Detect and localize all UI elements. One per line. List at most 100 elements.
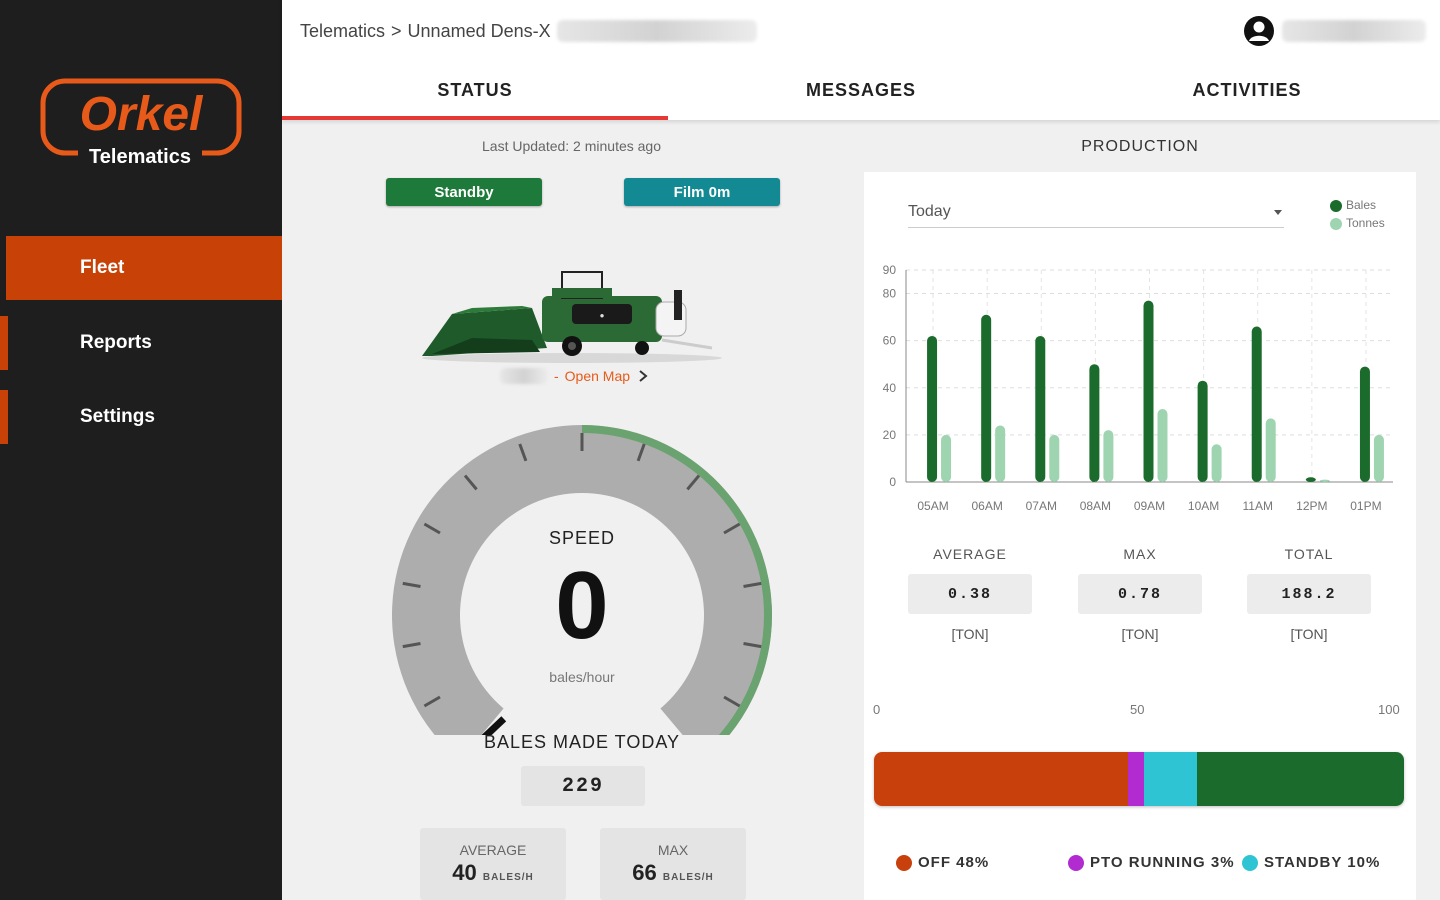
chart-bar-tonnes[interactable] — [1049, 434, 1060, 482]
chart-bar-tonnes[interactable] — [941, 434, 952, 482]
chart-x-tick-label: 07AM — [1026, 499, 1057, 513]
average-bales-card: AVERAGE 40 BALES/H — [420, 828, 566, 900]
legend-swatch — [1330, 199, 1342, 212]
max-value: 66 — [632, 860, 657, 885]
summary-total-value: 188.2 — [1247, 574, 1371, 614]
chart-bar-bales[interactable] — [1035, 335, 1046, 482]
chart-bar-tonnes[interactable] — [995, 425, 1006, 482]
header: Telematics > Unnamed Dens-X STATUS MESSA… — [282, 0, 1440, 120]
summary-max-unit: [TON] — [1121, 626, 1159, 642]
speed-value: 0 — [555, 552, 609, 659]
legend-off: OFF 48% — [896, 854, 989, 871]
chart-bar-tonnes[interactable] — [1265, 418, 1276, 482]
user-menu[interactable] — [1242, 14, 1426, 48]
chart-x-tick-label: 08AM — [1080, 499, 1111, 513]
logo-text: Orkel — [80, 88, 204, 141]
chart-bar-bales[interactable] — [1089, 364, 1100, 482]
summary-max-label: MAX — [1123, 546, 1157, 562]
chart-bar-tonnes[interactable] — [1157, 408, 1168, 482]
chart-bar-bales[interactable] — [1143, 300, 1154, 482]
tab-status[interactable]: STATUS — [282, 60, 668, 120]
breadcrumb: Telematics > Unnamed Dens-X — [300, 20, 757, 42]
sidebar-item-label: Settings — [80, 406, 155, 427]
chart-y-tick-label: 20 — [883, 428, 897, 442]
production-title: PRODUCTION — [1081, 138, 1199, 155]
status-segment-working — [1197, 752, 1404, 806]
chart-bar-tonnes[interactable] — [1103, 430, 1114, 482]
sidebar-item-reports[interactable]: Reports — [0, 311, 282, 375]
status-dot-pto — [1068, 854, 1084, 871]
chart-bar-bales[interactable] — [1359, 366, 1370, 482]
chart-bar-tonnes[interactable] — [1211, 444, 1222, 482]
status-segment-pto-running — [1128, 752, 1145, 806]
redacted-username — [1282, 20, 1426, 42]
sidebar-item-fleet[interactable]: Fleet — [6, 236, 282, 300]
legend-item-tonnes: Tonnes — [1330, 214, 1385, 232]
summary-max-value: 0.78 — [1078, 574, 1202, 614]
chart-bar-bales[interactable] — [1305, 477, 1316, 482]
sidebar-item-settings[interactable]: Settings — [0, 385, 282, 449]
status-segment-standby — [1144, 752, 1198, 806]
summary-total-label: TOTAL — [1284, 546, 1334, 562]
tab-activities[interactable]: ACTIVITIES — [1054, 60, 1440, 120]
summary-average-value: 0.38 — [908, 574, 1032, 614]
scale-label-min: 0 — [873, 702, 881, 717]
orkel-logo: Orkel Telematics — [40, 78, 242, 166]
bales-made-today-label: BALES MADE TODAY — [483, 732, 681, 752]
standby-status-button[interactable]: Standby — [386, 178, 542, 206]
account-icon[interactable] — [1242, 14, 1276, 48]
legend-pto-label: PTO RUNNING 3% — [1090, 854, 1235, 871]
chart-x-tick-label: 09AM — [1134, 499, 1165, 513]
chart-y-tick-label: 80 — [883, 287, 897, 301]
chart-bar-bales[interactable] — [981, 314, 992, 482]
period-select-value: Today — [908, 202, 951, 220]
average-value: 40 — [452, 860, 477, 885]
scale-label-max: 100 — [1378, 702, 1400, 717]
chart-x-tick-label: 01PM — [1350, 499, 1381, 513]
bales-made-today-value: 229 — [521, 766, 645, 806]
chart-bar-bales[interactable] — [1251, 326, 1262, 482]
production-bar-chart: 0 20 40 60 80 90 05AM 06AM 07AM 08AM 09AM 10AM 11AM 1… — [883, 263, 1393, 513]
chart-bar-bales[interactable] — [1197, 380, 1208, 482]
map-link-row: - Open Map — [500, 368, 650, 384]
legend-label: Tonnes — [1346, 216, 1385, 230]
chart-legend: Bales Tonnes — [1330, 196, 1385, 232]
summary-total-unit: [TON] — [1290, 626, 1328, 642]
legend-standby-label: STANDBY 10% — [1264, 854, 1381, 871]
chart-bar-bales[interactable] — [927, 335, 938, 482]
speed-label: SPEED — [548, 528, 616, 548]
redacted-serial — [556, 20, 757, 42]
max-bales-card: MAX 66 BALES/H — [600, 828, 746, 900]
open-map-link[interactable]: Open Map — [565, 368, 630, 384]
breadcrumb-separator: > — [391, 20, 402, 41]
chart-y-tick-label: 60 — [883, 334, 897, 348]
status-dot-standby — [1242, 854, 1258, 871]
svg-text:●: ● — [600, 311, 605, 320]
legend-label: Bales — [1346, 198, 1377, 212]
legend-off-label: OFF 48% — [918, 854, 990, 871]
summary-average-label: AVERAGE — [933, 546, 1007, 562]
tab-messages[interactable]: MESSAGES — [668, 60, 1054, 120]
legend-pto-running: PTO RUNNING 3% — [1068, 854, 1235, 871]
legend-item-bales: Bales — [1330, 196, 1385, 214]
baler-machine-image: ● — [422, 271, 722, 363]
chevron-right-icon[interactable] — [636, 369, 650, 383]
caret-down-icon — [1274, 209, 1282, 215]
average-unit: BALES/H — [482, 872, 534, 883]
last-updated: Last Updated: 2 minutes ago — [482, 138, 662, 154]
summary-average-unit: [TON] — [951, 626, 989, 642]
activity-status-bar — [874, 752, 1404, 806]
redacted-location — [500, 368, 548, 384]
chart-x-tick-label: 05AM — [917, 499, 948, 513]
chart-y-tick-label: 90 — [883, 263, 897, 277]
chart-bar-tonnes[interactable] — [1373, 434, 1384, 482]
chart-bar-tonnes[interactable] — [1319, 479, 1330, 482]
breadcrumb-root[interactable]: Telematics — [300, 21, 385, 42]
legend-standby: STANDBY 10% — [1242, 854, 1380, 871]
sidebar-item-label: Reports — [80, 332, 152, 353]
film-status-button[interactable]: Film 0m — [624, 178, 780, 206]
scale-label-mid: 50 — [1130, 702, 1145, 717]
period-select[interactable]: Today — [908, 196, 1284, 228]
status-segment-off — [874, 752, 1129, 806]
max-unit: BALES/H — [662, 872, 714, 883]
